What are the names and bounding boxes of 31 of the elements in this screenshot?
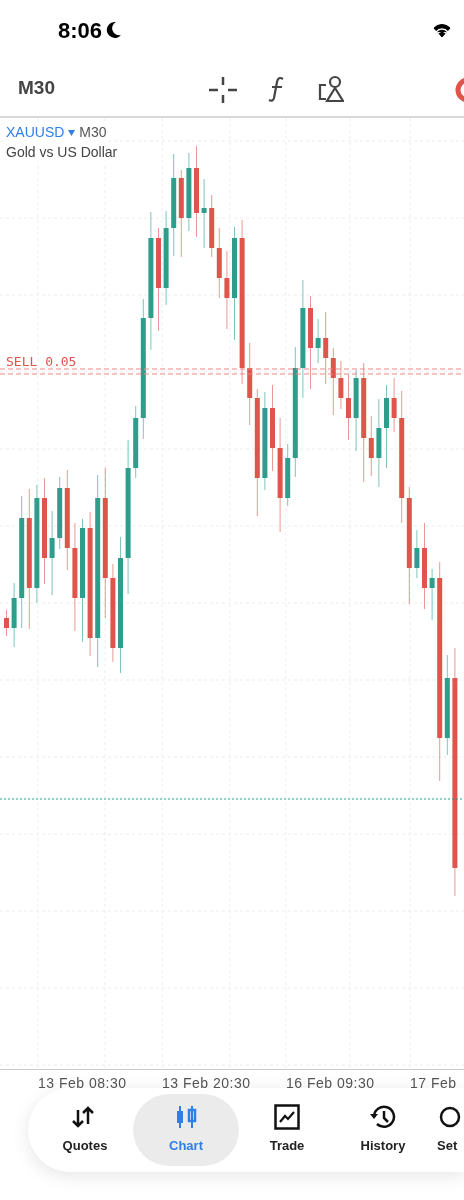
candle xyxy=(346,373,351,441)
tab-bar-item[interactable]: History xyxy=(335,1094,431,1166)
time-axis-label: 17 Feb xyxy=(410,1074,457,1093)
candle xyxy=(4,609,9,637)
candle xyxy=(414,529,420,579)
status-time: 8:06 xyxy=(58,16,103,45)
time-axis-label: 13 Feb 08:30 xyxy=(38,1074,127,1093)
time-axis-label: 16 Feb 09:30 xyxy=(286,1074,375,1093)
tab-bar-item[interactable]: Quotes xyxy=(37,1094,133,1166)
time-axis-label: 13 Feb 20:30 xyxy=(162,1074,251,1093)
history-icon xyxy=(370,1104,396,1131)
candle xyxy=(338,360,344,410)
order-line-label: SELL 0.05 xyxy=(6,355,77,368)
crosshair-icon[interactable] xyxy=(209,77,237,103)
shapes-icon[interactable] xyxy=(318,75,344,103)
chart-timeframe: M30 xyxy=(79,123,107,142)
candle xyxy=(429,568,435,621)
symbol-button[interactable]: XAUUSD xyxy=(6,122,65,143)
candle xyxy=(11,582,17,648)
timeframe-button[interactable]: M30 xyxy=(18,73,55,103)
candle xyxy=(315,318,321,364)
candle xyxy=(391,377,397,433)
dropdown-caret-icon[interactable] xyxy=(68,129,76,136)
tab-bar-item[interactable]: Trade xyxy=(239,1094,335,1166)
wifi-icon xyxy=(432,22,452,38)
symbol-description: Gold vs US Dollar xyxy=(6,142,118,163)
tab-bar-item[interactable]: Set xyxy=(431,1094,464,1166)
function-icon[interactable] xyxy=(268,76,286,102)
candle xyxy=(201,178,207,249)
line-chart-icon xyxy=(274,1104,300,1131)
moon-icon xyxy=(106,21,123,39)
